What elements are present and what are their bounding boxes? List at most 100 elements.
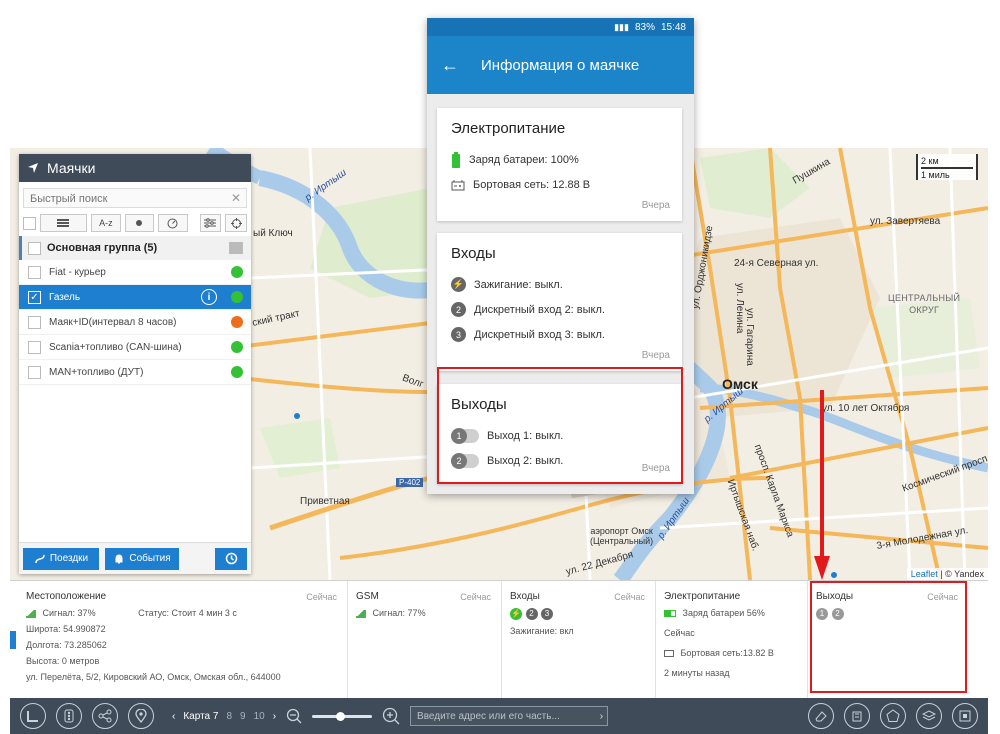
map-scale: 2 км 1 миль [916,154,978,180]
map-label-district: ЦЕНТРАЛЬНЫЙ ОКРУГ [888,293,961,315]
power-updated: Вчера [641,200,670,211]
list-view-button[interactable] [39,214,88,232]
info-icon[interactable]: i [201,289,217,305]
map-page[interactable]: 9 [240,711,246,722]
places-button[interactable] [128,703,154,729]
status-dot-icon [231,316,243,328]
zoom-slider[interactable] [312,711,373,721]
map-pin-icon [135,709,147,723]
next-map-icon[interactable]: › [273,711,276,722]
tracker-row[interactable]: Fiat - курьер [19,260,251,285]
dot-icon [136,220,143,226]
phone-title: Информация о маячке [481,56,640,74]
ignition-status: Зажигание: вкл [510,626,574,636]
map-attribution: Leaflet | © Yandex [906,568,988,580]
location-title: Местоположение [26,591,107,602]
buildings-button[interactable] [844,703,870,729]
power-section: Электропитание Заряд батареи 56% Сейчас … [656,581,808,699]
gsm-signal: Сигнал: 77% [372,608,426,618]
power-card: Электропитание Заряд батареи: 100% Борто… [437,108,682,221]
battery-line: Заряд батареи 56% [664,608,799,618]
prev-map-icon[interactable]: ‹ [172,711,175,722]
power-card-title: Электропитание [451,120,566,137]
locate-button[interactable] [225,214,247,232]
location-signal: Сигнал: 37% [42,608,96,618]
eraser-button[interactable] [808,703,834,729]
tracker-checkbox-checked[interactable]: ✓ [28,290,41,304]
input2-value: Дискретный вход 2: выкл. [474,303,605,316]
input3-row: 3 Дискретный вход 3: выкл. [451,322,668,347]
ruler-button[interactable] [20,703,46,729]
tracker-row[interactable]: MAN+топливо (ДУТ) [19,360,251,385]
back-arrow-icon[interactable]: ← [441,55,459,76]
speed-filter-button[interactable] [158,214,188,232]
red-arrow-icon [814,390,830,580]
gsm-signal-line: Сигнал: 77% [356,608,493,618]
tracker-row[interactable]: Scania+топливо (CAN-шина) [19,335,251,360]
fullscreen-button[interactable] [952,703,978,729]
events-label: События [129,553,171,564]
map-label-road: ул. Гагарина [744,308,755,366]
ignition-value: Зажигание: выкл. [474,278,563,291]
geozone-button[interactable] [880,703,906,729]
fullscreen-icon [959,710,971,722]
history-button[interactable] [215,547,247,570]
group-checkbox[interactable] [28,241,41,255]
settings-button[interactable] [199,214,222,232]
traffic-light-icon [64,709,74,723]
signal-icon [356,609,366,618]
map-page[interactable]: 10 [254,711,265,722]
inputs-updated: Вчера [641,350,670,361]
collapse-handle[interactable] [10,631,16,649]
trips-button[interactable]: Поездки [23,547,99,570]
tracker-checkbox[interactable] [28,315,41,329]
trackers-header: Маячки [19,154,251,182]
battery-level: Заряд батареи 56% [682,608,765,618]
tracker-checkbox[interactable] [28,340,41,354]
quick-search-input[interactable] [24,190,246,208]
tracker-name: Маяк+ID(интервал 8 часов) [49,316,177,328]
location-status: Статус: Стоит 4 мин 3 с [138,608,237,618]
tracker-name: Fiat - курьер [49,266,106,278]
zoom-knob[interactable] [336,711,346,721]
bell-icon [115,554,123,563]
tracker-row-selected[interactable]: ✓ Газель i [19,285,251,310]
current-map[interactable]: Карта 7 [183,711,218,722]
scale-km: 2 км [921,156,939,166]
quick-search: ✕ [23,188,247,208]
bottom-toolbar: ‹ Карта 7 8 9 10 › Введите адрес или его… [10,698,988,734]
trackers-panel: Маячки ✕ A-z [19,154,251,574]
map-label-highway: Р-402 [396,478,424,487]
right-tools [808,703,978,729]
battery-value: Заряд батареи: 100% [469,153,579,166]
outputs-highlight-box [810,581,967,693]
traffic-button[interactable] [56,703,82,729]
car-battery-icon [451,179,465,190]
group-label: Основная группа (5) [47,242,158,254]
tracker-group-row[interactable]: Основная группа (5) [19,236,251,260]
inputs-now: Сейчас [614,592,645,602]
address-go-icon[interactable]: › [600,711,603,722]
status-filter-button[interactable] [124,214,155,232]
scale-mi: 1 миль [921,167,973,181]
map-label-road: ул. Завертяева [870,216,941,227]
events-button[interactable]: События [105,547,179,570]
tracker-row[interactable]: Маяк+ID(интервал 8 часов) [19,310,251,335]
leaflet-link[interactable]: Leaflet [911,569,938,579]
location-section: Местоположение Сейчас Сигнал: 37% Статус… [18,581,348,699]
select-all-checkbox[interactable] [23,216,36,230]
location-signal-line: Сигнал: 37% Статус: Стоит 4 мин 3 с [26,608,339,618]
group-menu-icon[interactable] [229,242,243,254]
tracker-checkbox[interactable] [28,365,41,379]
address-search[interactable]: Введите адрес или его часть... › [410,706,609,726]
sort-az-button[interactable]: A-z [91,214,121,232]
tracker-checkbox[interactable] [28,265,41,279]
clear-search-icon[interactable]: ✕ [231,191,241,205]
map-page[interactable]: 8 [226,711,232,722]
pentagon-icon [886,709,900,722]
zoom-in-icon[interactable] [382,707,400,725]
inputs-card: Входы ⚡ Зажигание: выкл. 2 Дискретный вх… [437,233,682,371]
share-button[interactable] [92,703,118,729]
layers-button[interactable] [916,703,942,729]
zoom-out-icon[interactable] [286,708,302,724]
